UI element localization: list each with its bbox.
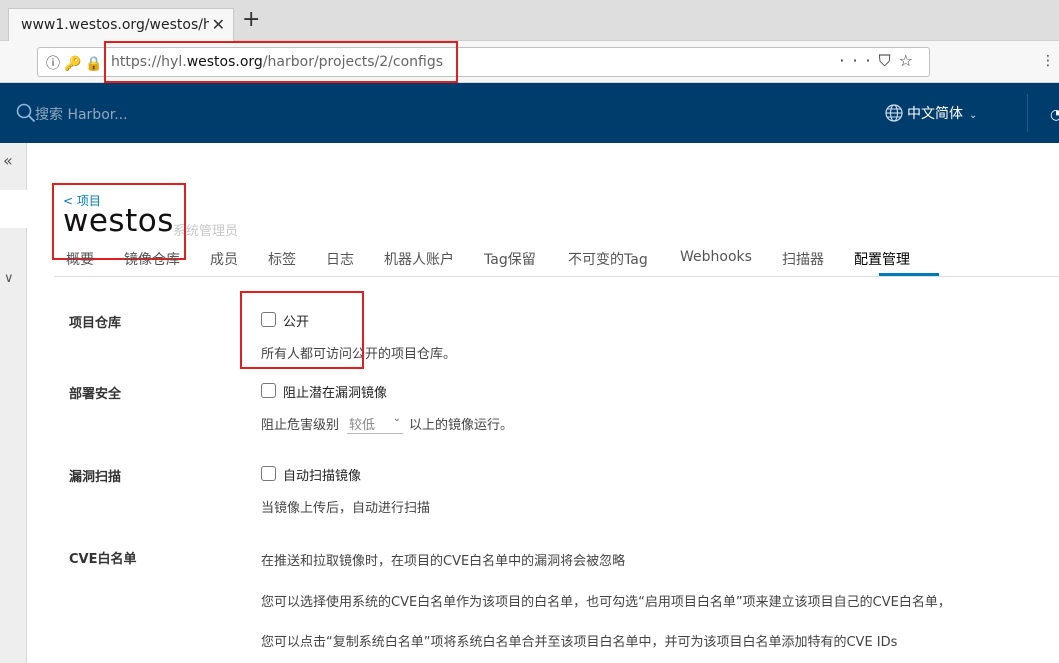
page-actions[interactable]: ···⛉☆ <box>839 51 921 71</box>
left-sidebar: « ∨ <box>0 143 27 663</box>
auto-scan-checkbox[interactable] <box>261 466 276 481</box>
bookmark-star-icon[interactable]: ☆ <box>899 51 921 70</box>
tab-logs[interactable]: 日志 <box>326 249 354 269</box>
menu-icon[interactable]: ⋮ <box>1041 53 1055 69</box>
severity-description: 阻止危害级别 较低 ⌄ 以上的镜像运行。 <box>261 413 514 434</box>
browser-tab[interactable]: www1.westos.org/westos/ho ✕ <box>8 8 234 42</box>
active-tab-indicator <box>879 273 939 276</box>
sidebar-item-active[interactable] <box>0 190 27 228</box>
close-icon[interactable]: ✕ <box>212 15 225 34</box>
tab-webhooks[interactable]: Webhooks <box>680 249 752 265</box>
search-icon <box>16 103 36 123</box>
browser-tab-strip: www1.westos.org/westos/ho ✕ + <box>0 0 1059 42</box>
tab-robot-accounts[interactable]: 机器人账户 <box>384 249 454 269</box>
language-selector[interactable]: 中文简体 ⌄ <box>885 103 977 123</box>
tab-configuration[interactable]: 配置管理 <box>854 249 910 269</box>
annotation-box-public <box>240 291 364 369</box>
prevent-vulnerable-label[interactable]: 阻止潜在漏洞镜像 <box>283 382 387 401</box>
prevent-vulnerable-checkbox[interactable] <box>261 383 276 398</box>
new-tab-button[interactable]: + <box>242 9 260 31</box>
language-label: 中文简体 <box>907 106 963 122</box>
tab-summary[interactable]: 概要 <box>66 249 94 269</box>
globe-icon <box>885 104 903 122</box>
pocket-icon[interactable]: ⛉ <box>879 51 899 70</box>
site-info-icon[interactable]: ⓘ🔑🔒 <box>46 53 107 73</box>
chevron-down-icon: ⌄ <box>392 413 402 424</box>
harbor-header: 搜索 Harbor... 中文简体 ⌄ ◔ <box>0 83 1059 143</box>
header-divider <box>1027 94 1028 132</box>
project-tabs: 概要 镜像仓库 成员 标签 日志 机器人账户 Tag保留 不可变的Tag Web… <box>54 241 1059 277</box>
browser-tab-title: www1.westos.org/westos/ho <box>21 17 209 33</box>
cve-whitelist-label: CVE白名单 <box>69 552 137 567</box>
user-icon[interactable]: ◔ <box>1050 107 1059 123</box>
tab-repositories[interactable]: 镜像仓库 <box>124 249 180 269</box>
cve-description-2: 您可以选择使用系统的CVE白名单作为该项目的白名单，也可勾选“启用项目白名单”项… <box>261 595 951 610</box>
auto-scan-description: 当镜像上传后，自动进行扫描 <box>261 501 431 516</box>
annotation-box-url <box>104 41 458 83</box>
severity-select[interactable]: 较低 ⌄ <box>347 413 404 434</box>
chevron-down-icon: ⌄ <box>969 110 978 121</box>
more-actions-icon[interactable]: ··· <box>839 51 878 70</box>
vulnerability-scan-label: 漏洞扫描 <box>69 470 122 485</box>
deployment-security-label: 部署安全 <box>69 387 122 402</box>
tab-members[interactable]: 成员 <box>210 249 238 269</box>
cve-description-3: 您可以点击“复制系统白名单”项将系统白名单合并至该项目白名单中，并可为该项目白名… <box>261 635 898 650</box>
repo-visibility-label: 项目仓库 <box>69 316 122 331</box>
main-content: < 项目 westos 系统管理员 概要 镜像仓库 成员 标签 日志 机器人账户… <box>28 143 1059 663</box>
search-input[interactable]: 搜索 Harbor... <box>35 104 128 124</box>
browser-navbar: ⓘ🔑🔒 https://hyl.westos.org/harbor/projec… <box>0 41 1059 83</box>
tab-scanners[interactable]: 扫描器 <box>782 249 824 269</box>
tab-tag-retention[interactable]: Tag保留 <box>484 249 536 269</box>
tab-immutable-tags[interactable]: 不可变的Tag <box>568 249 648 269</box>
chevron-down-icon[interactable]: ∨ <box>4 271 14 286</box>
cve-description-1: 在推送和拉取镜像时，在项目的CVE白名单中的漏洞将会被忽略 <box>261 554 626 569</box>
collapse-sidebar-icon[interactable]: « <box>3 151 13 170</box>
tab-labels[interactable]: 标签 <box>268 249 296 269</box>
auto-scan-label[interactable]: 自动扫描镜像 <box>283 465 361 484</box>
